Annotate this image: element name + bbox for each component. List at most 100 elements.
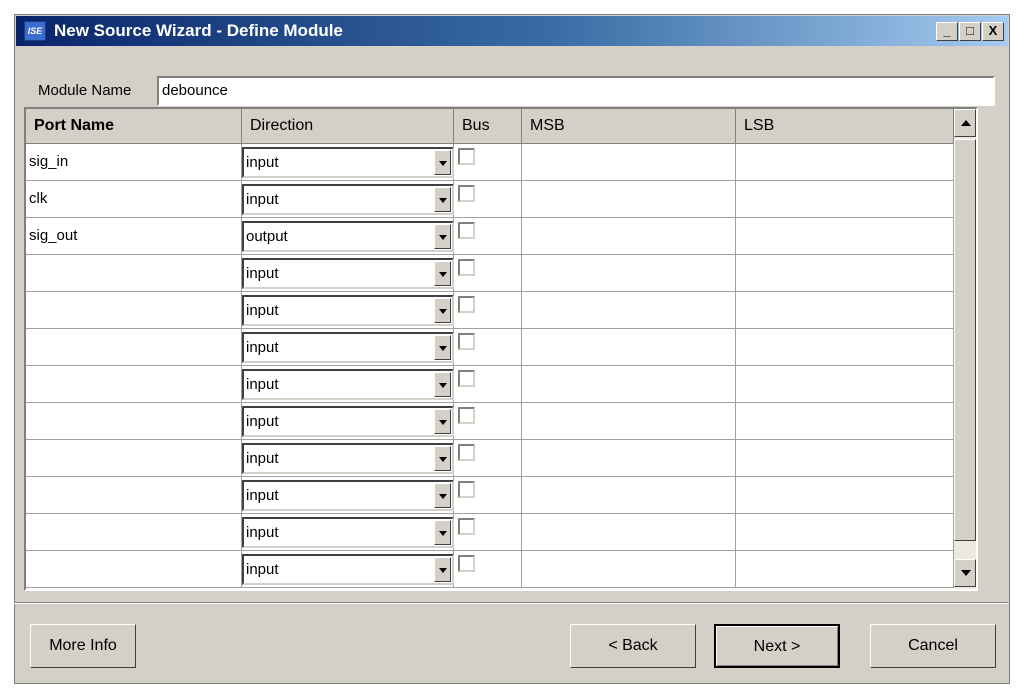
msb-cell[interactable] <box>522 440 736 477</box>
bus-checkbox[interactable] <box>458 481 475 498</box>
port-name-cell[interactable] <box>26 292 242 329</box>
port-name-cell[interactable] <box>26 329 242 366</box>
port-name-cell[interactable] <box>26 440 242 477</box>
port-name-cell[interactable]: sig_in <box>26 144 242 181</box>
bus-checkbox[interactable] <box>458 222 475 239</box>
chevron-down-icon[interactable] <box>434 557 451 582</box>
lsb-cell[interactable] <box>736 218 954 255</box>
next-button[interactable]: Next > <box>714 624 840 668</box>
scroll-up-button[interactable] <box>954 109 976 137</box>
chevron-down-icon[interactable] <box>434 150 451 175</box>
scrollbar-thumb[interactable] <box>954 139 976 541</box>
direction-value: input <box>246 191 279 208</box>
chevron-down-icon[interactable] <box>434 520 451 545</box>
direction-select[interactable]: input <box>242 480 454 511</box>
button-separator <box>14 602 1008 604</box>
direction-select[interactable]: input <box>242 517 454 548</box>
bus-checkbox[interactable] <box>458 259 475 276</box>
column-header-port-name[interactable]: Port Name <box>26 109 242 144</box>
bus-checkbox[interactable] <box>458 370 475 387</box>
direction-select[interactable]: input <box>242 184 454 215</box>
chevron-down-icon[interactable] <box>434 187 451 212</box>
direction-select[interactable]: input <box>242 258 454 289</box>
bus-checkbox[interactable] <box>458 333 475 350</box>
port-name-cell[interactable]: clk <box>26 181 242 218</box>
port-table: Port Name Direction Bus MSB LSB sig_in in… <box>24 107 978 591</box>
msb-cell[interactable] <box>522 218 736 255</box>
msb-cell[interactable] <box>522 403 736 440</box>
more-info-button[interactable]: More Info <box>30 624 136 668</box>
chevron-down-icon[interactable] <box>434 483 451 508</box>
maximize-button[interactable]: □ <box>959 22 981 41</box>
scroll-down-button[interactable] <box>954 559 976 587</box>
chevron-down-icon[interactable] <box>434 298 451 323</box>
msb-cell[interactable] <box>522 181 736 218</box>
bus-checkbox[interactable] <box>458 407 475 424</box>
vertical-scrollbar[interactable] <box>954 109 976 589</box>
column-header-msb[interactable]: MSB <box>522 109 736 144</box>
lsb-cell[interactable] <box>736 366 954 403</box>
msb-cell[interactable] <box>522 329 736 366</box>
direction-select[interactable]: input <box>242 295 454 326</box>
port-name-cell[interactable] <box>26 366 242 403</box>
column-header-direction[interactable]: Direction <box>242 109 454 144</box>
port-name-cell[interactable] <box>26 551 242 588</box>
direction-select[interactable]: input <box>242 443 454 474</box>
port-name-cell[interactable] <box>26 255 242 292</box>
chevron-down-icon[interactable] <box>434 446 451 471</box>
bus-checkbox[interactable] <box>458 296 475 313</box>
minimize-button[interactable]: _ <box>936 22 958 41</box>
module-name-input[interactable]: debounce <box>157 76 995 106</box>
lsb-cell[interactable] <box>736 255 954 292</box>
direction-select[interactable]: input <box>242 406 454 437</box>
chevron-down-icon[interactable] <box>434 409 451 434</box>
column-header-lsb[interactable]: LSB <box>736 109 954 144</box>
bus-checkbox[interactable] <box>458 148 475 165</box>
msb-cell[interactable] <box>522 255 736 292</box>
msb-cell[interactable] <box>522 144 736 181</box>
direction-value: input <box>246 524 279 541</box>
up-arrow-icon <box>961 120 971 126</box>
direction-value: input <box>246 302 279 319</box>
lsb-cell[interactable] <box>736 144 954 181</box>
lsb-cell[interactable] <box>736 477 954 514</box>
column-header-bus[interactable]: Bus <box>454 109 522 144</box>
direction-select[interactable]: input <box>242 147 454 178</box>
chevron-down-icon[interactable] <box>434 372 451 397</box>
lsb-cell[interactable] <box>736 329 954 366</box>
title-bar[interactable]: ISE New Source Wizard - Define Module _ … <box>16 16 1008 46</box>
back-button[interactable]: < Back <box>570 624 696 668</box>
bus-checkbox[interactable] <box>458 185 475 202</box>
direction-select[interactable]: input <box>242 332 454 363</box>
port-name-cell[interactable] <box>26 403 242 440</box>
direction-select[interactable]: output <box>242 221 454 252</box>
msb-cell[interactable] <box>522 477 736 514</box>
direction-value: input <box>246 487 279 504</box>
bus-checkbox[interactable] <box>458 555 475 572</box>
lsb-cell[interactable] <box>736 551 954 588</box>
chevron-down-icon[interactable] <box>434 261 451 286</box>
direction-select[interactable]: input <box>242 369 454 400</box>
port-name-cell[interactable] <box>26 514 242 551</box>
bus-checkbox[interactable] <box>458 444 475 461</box>
lsb-cell[interactable] <box>736 403 954 440</box>
ise-app-icon: ISE <box>24 21 46 41</box>
direction-select[interactable]: input <box>242 554 454 585</box>
chevron-down-icon[interactable] <box>434 335 451 360</box>
msb-cell[interactable] <box>522 551 736 588</box>
port-name-cell[interactable]: sig_out <box>26 218 242 255</box>
cancel-button[interactable]: Cancel <box>870 624 996 668</box>
chevron-down-icon[interactable] <box>434 224 451 249</box>
lsb-cell[interactable] <box>736 440 954 477</box>
msb-cell[interactable] <box>522 292 736 329</box>
msb-cell[interactable] <box>522 514 736 551</box>
direction-value: input <box>246 450 279 467</box>
lsb-cell[interactable] <box>736 181 954 218</box>
bus-checkbox[interactable] <box>458 518 475 535</box>
direction-value: input <box>246 154 279 171</box>
msb-cell[interactable] <box>522 366 736 403</box>
lsb-cell[interactable] <box>736 292 954 329</box>
lsb-cell[interactable] <box>736 514 954 551</box>
port-name-cell[interactable] <box>26 477 242 514</box>
close-button[interactable]: X <box>982 22 1004 41</box>
